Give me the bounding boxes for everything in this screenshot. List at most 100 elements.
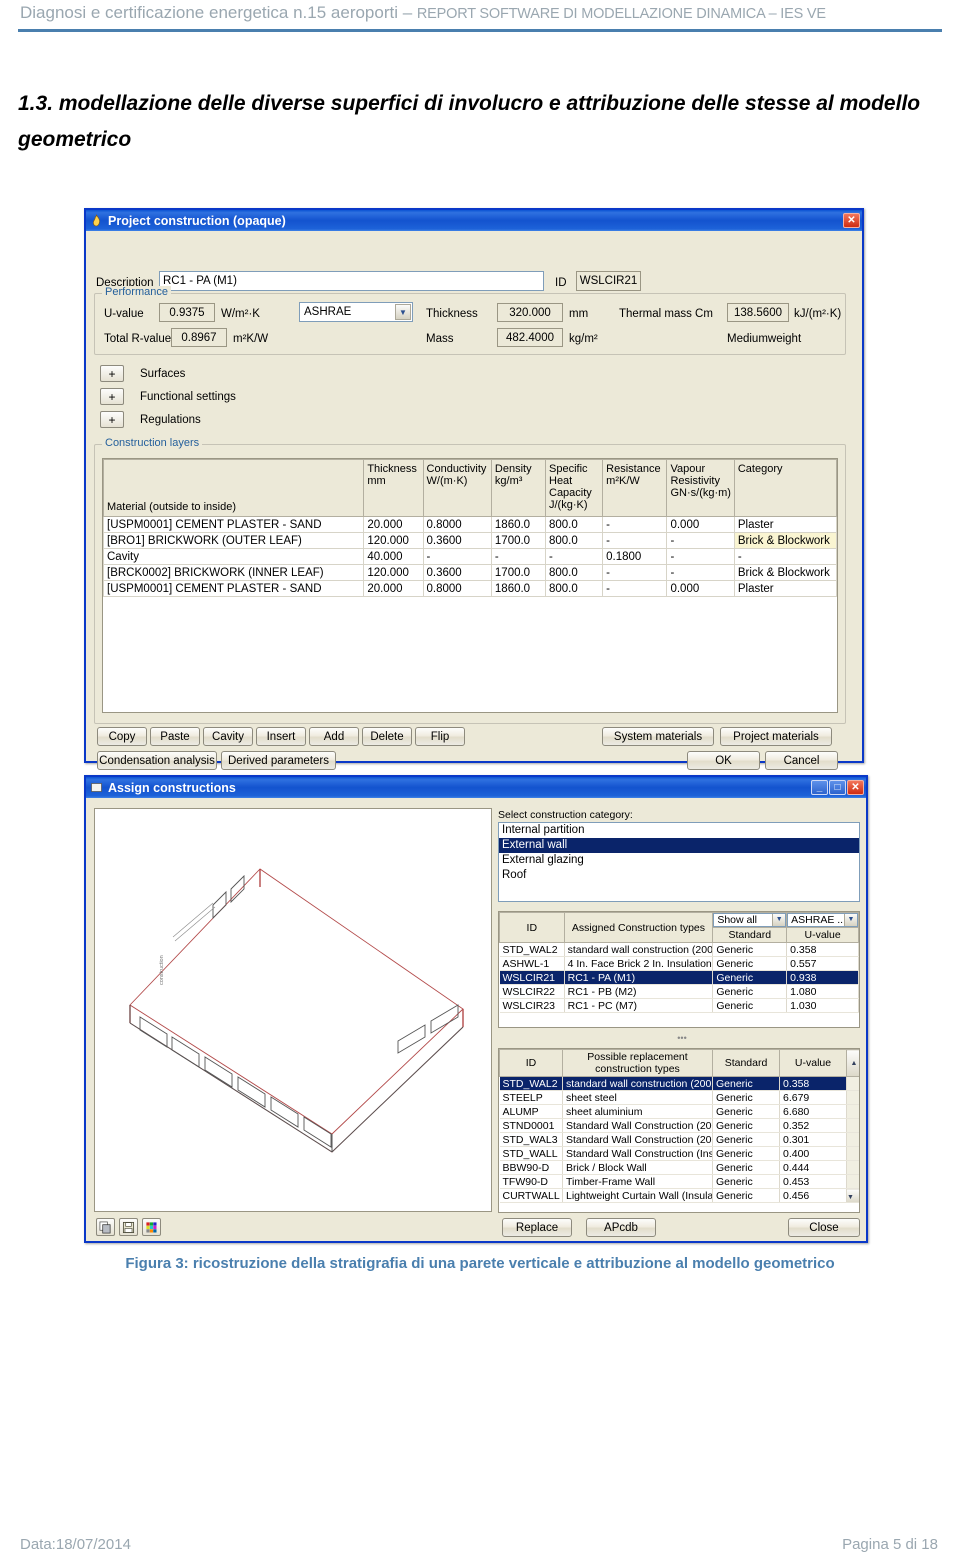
viewport-toolbar[interactable] — [96, 1218, 161, 1236]
cell-thickness: 20.000 — [363, 516, 424, 533]
close-icon[interactable]: ✕ — [843, 213, 860, 228]
category-listbox[interactable]: Internal partition External wall Externa… — [498, 822, 860, 902]
table-row[interactable]: STEELP sheet steel Generic 6.679 — [499, 1090, 859, 1105]
col-thickness[interactable]: Thickness mm — [363, 459, 424, 517]
table-row[interactable]: WSLCIR23 RC1 - PC (M7) Generic 1.030 — [499, 998, 859, 1013]
col-conductivity[interactable]: Conductivity W/(m·K) — [422, 459, 492, 517]
insert-button[interactable]: Insert — [256, 727, 306, 746]
window1-titlebar[interactable]: Project construction (opaque) ✕ — [86, 210, 862, 231]
header-title-main: Diagnosi e certificazione energetica n.1… — [20, 3, 417, 22]
flip-button[interactable]: Flip — [415, 727, 465, 746]
assigned-col-uvalue[interactable]: U-value — [786, 927, 859, 943]
chevron-down-icon[interactable]: ▼ — [844, 914, 857, 926]
add-button[interactable]: Add — [309, 727, 359, 746]
col-category[interactable]: Category — [733, 459, 837, 517]
scroll-down-button[interactable]: ▼ — [846, 1188, 859, 1203]
expand-plus-icon[interactable]: + — [100, 388, 124, 405]
table-row[interactable]: TFW90-D Timber-Frame Wall Generic 0.453 — [499, 1174, 859, 1189]
col-shc-line3: Capacity — [549, 487, 592, 499]
col-resistance[interactable]: Resistance m²K/W — [602, 459, 668, 517]
replacement-col-standard[interactable]: Standard — [712, 1049, 780, 1077]
construction-layers-table[interactable]: Material (outside to inside) Thickness m… — [102, 458, 838, 713]
expand-plus-icon[interactable]: + — [100, 365, 124, 382]
close-icon[interactable]: ✕ — [847, 780, 864, 795]
cancel-button[interactable]: Cancel — [765, 751, 838, 770]
col-vapour[interactable]: Vapour Resistivity GN·s/(kg·m) — [666, 459, 735, 517]
colors-icon[interactable] — [142, 1218, 161, 1236]
table-row[interactable]: STD_WAL2 standard wall construction (200… — [499, 942, 859, 957]
col-material[interactable]: Material (outside to inside) — [103, 459, 365, 517]
standard-select[interactable]: ASHRAE ▼ — [299, 302, 413, 322]
show-all-select[interactable]: Show all ▼ — [713, 913, 787, 927]
table-row[interactable]: STD_WAL3 Standard Wall Construction (200… — [499, 1132, 859, 1147]
chevron-down-icon[interactable]: ▼ — [395, 304, 411, 320]
performance-legend: Performance — [102, 286, 171, 298]
expander-functional-settings[interactable]: + Functional settings — [100, 388, 236, 405]
copy-button[interactable]: Copy — [97, 727, 147, 746]
thermal-mass-field: 138.5600 — [727, 303, 789, 322]
category-item-roof[interactable]: Roof — [499, 868, 859, 883]
table-row[interactable]: ALUMP sheet aluminium Generic 6.680 — [499, 1104, 859, 1119]
window2-titlebar[interactable]: Assign constructions _ □ ✕ — [86, 777, 866, 798]
project-materials-button[interactable]: Project materials — [720, 727, 832, 746]
chevron-down-icon[interactable]: ▼ — [772, 914, 786, 926]
paste-button[interactable]: Paste — [150, 727, 200, 746]
cell-spacer — [846, 1160, 859, 1175]
assigned-filter-show[interactable]: Show all ▼ — [712, 912, 788, 928]
cavity-button[interactable]: Cavity — [203, 727, 253, 746]
table-row-selected[interactable]: STD_WAL2 standard wall construction (200… — [499, 1076, 859, 1091]
replacement-col-id[interactable]: ID — [499, 1049, 563, 1077]
scroll-up-button[interactable]: ▲ — [846, 1049, 859, 1077]
total-r-value-label: Total R-value — [104, 333, 172, 345]
table-row[interactable]: BBW90-D Brick / Block Wall Generic 0.444 — [499, 1160, 859, 1175]
flame-icon — [90, 214, 103, 227]
col-specific-heat[interactable]: Specific Heat Capacity J/(kg·K) — [544, 459, 604, 517]
maximize-icon[interactable]: □ — [829, 780, 846, 795]
splitter-handle[interactable]: ••• — [674, 1034, 690, 1043]
table-row[interactable]: [BRCK0002] BRICKWORK (INNER LEAF) 120.00… — [103, 564, 837, 581]
table-row[interactable]: Cavity 40.000 - - - 0.1800 - - — [103, 548, 837, 565]
expander-regulations[interactable]: + Regulations — [100, 411, 201, 428]
replacement-col-types[interactable]: Possible replacement construction types — [562, 1049, 713, 1077]
table-row-selected[interactable]: WSLCIR21 RC1 - PA (M1) Generic 0.938 — [499, 970, 859, 985]
cell-type: Brick / Block Wall — [562, 1160, 713, 1175]
system-materials-button[interactable]: System materials — [602, 727, 714, 746]
category-item-external-wall[interactable]: External wall — [499, 838, 859, 853]
category-item-internal-partition[interactable]: Internal partition — [499, 823, 859, 838]
derived-parameters-button[interactable]: Derived parameters — [221, 751, 336, 770]
table-row[interactable]: CURTWALL Lightweight Curtain Wall (Insul… — [499, 1188, 859, 1203]
minimize-icon[interactable]: _ — [811, 780, 828, 795]
category-item-external-glazing[interactable]: External glazing — [499, 853, 859, 868]
assigned-constructions-table[interactable]: ID Assigned Construction types Show all … — [498, 911, 860, 1028]
standard-source-select[interactable]: ASHRAE ... ▼ — [787, 913, 858, 927]
close-button[interactable]: Close — [788, 1218, 860, 1237]
table-row[interactable]: [USPM0001] CEMENT PLASTER - SAND 20.000 … — [103, 516, 837, 533]
table-row[interactable]: [BRO1] BRICKWORK (OUTER LEAF) 120.000 0.… — [103, 532, 837, 549]
table-row[interactable]: [USPM0001] CEMENT PLASTER - SAND 20.000 … — [103, 580, 837, 597]
assigned-filter-standard[interactable]: ASHRAE ... ▼ — [786, 912, 859, 928]
replacement-col-uvalue[interactable]: U-value — [779, 1049, 847, 1077]
model-viewport[interactable]: construction — [94, 808, 492, 1212]
assigned-col-types[interactable]: Assigned Construction types — [563, 912, 714, 943]
replace-button[interactable]: Replace — [502, 1218, 572, 1237]
assigned-col-standard[interactable]: Standard — [712, 927, 788, 943]
assigned-col-id[interactable]: ID — [499, 912, 565, 943]
cell-conductivity: 0.3600 — [422, 564, 492, 581]
table-row[interactable]: WSLCIR22 RC1 - PB (M2) Generic 1.080 — [499, 984, 859, 999]
col-vapour-line3: GN·s/(kg·m) — [670, 487, 731, 499]
copy-icon[interactable] — [96, 1218, 115, 1236]
cell-id: STD_WAL3 — [499, 1132, 563, 1147]
table-row[interactable]: ASHWL-1 4 In. Face Brick 2 In. Insulatio… — [499, 956, 859, 971]
apcdb-button[interactable]: APcdb — [586, 1218, 656, 1237]
expander-surfaces[interactable]: + Surfaces — [100, 365, 185, 382]
save-icon[interactable] — [119, 1218, 138, 1236]
replacement-constructions-table[interactable]: ID Possible replacement construction typ… — [498, 1048, 860, 1213]
col-density[interactable]: Density kg/m³ — [490, 459, 547, 517]
table-row[interactable]: STD_WALL Standard Wall Construction (Ins… — [499, 1146, 859, 1161]
ok-button[interactable]: OK — [687, 751, 760, 770]
description-input[interactable]: RC1 - PA (M1) — [159, 271, 544, 291]
condensation-analysis-button[interactable]: Condensation analysis — [97, 751, 217, 770]
table-row[interactable]: STND0001 Standard Wall Construction (200… — [499, 1118, 859, 1133]
delete-button[interactable]: Delete — [362, 727, 412, 746]
expand-plus-icon[interactable]: + — [100, 411, 124, 428]
